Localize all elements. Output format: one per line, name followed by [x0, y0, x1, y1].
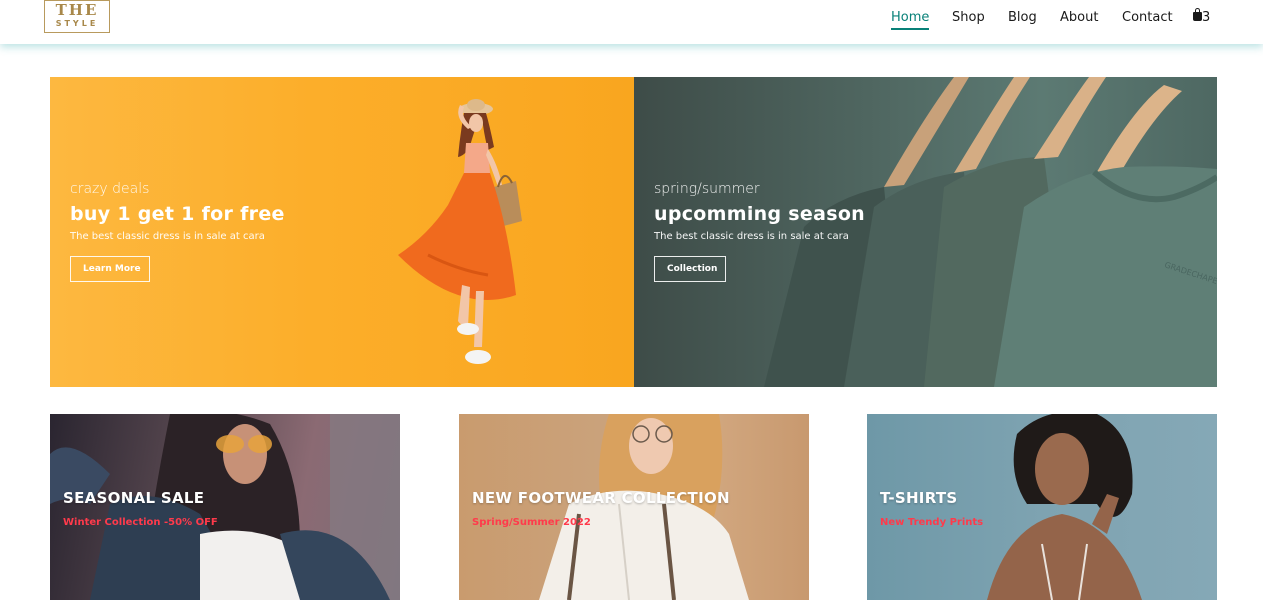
- banner-text-deals: crazy deals buy 1 get 1 for free The bes…: [70, 181, 285, 282]
- nav-blog-link[interactable]: Blog: [1008, 10, 1037, 26]
- seasonal-sale-tile[interactable]: SEASONAL SALE Winter Collection -50% OFF: [50, 414, 400, 600]
- t-shirts-tile[interactable]: T-SHIRTS New Trendy Prints: [867, 414, 1217, 600]
- new-footwear-tile[interactable]: NEW FOOTWEAR COLLECTION Spring/Summer 20…: [459, 414, 809, 600]
- tile-subtitle: Winter Collection -50% OFF: [63, 517, 218, 528]
- model-portrait-image: [987, 414, 1142, 600]
- tile-subtitle: Spring/Summer 2022: [472, 517, 591, 528]
- cart-button[interactable]: 3: [1193, 8, 1211, 26]
- model-white-shirt-image: [539, 414, 749, 600]
- banner-eyebrow: spring/summer: [654, 181, 760, 197]
- promo-banner-season: GRADECHAPEL spring/summer upcomming seas…: [634, 77, 1217, 387]
- model-woman-image: [398, 99, 522, 364]
- tile-title: NEW FOOTWEAR COLLECTION: [472, 489, 730, 507]
- banner-subtext: The best classic dress is in sale at car…: [70, 231, 265, 242]
- tile-title: SEASONAL SALE: [63, 489, 205, 507]
- site-header: THE STYLE Home Shop Blog About Contact 3: [0, 0, 1263, 44]
- tile-title: T-SHIRTS: [880, 489, 958, 507]
- learn-more-button[interactable]: Learn More: [70, 256, 150, 282]
- banner-subtext: The best classic dress is in sale at car…: [654, 231, 849, 242]
- banner-text-season: spring/summer upcomming season The best …: [654, 181, 865, 282]
- nav-contact-link[interactable]: Contact: [1122, 10, 1173, 26]
- banner-headline: buy 1 get 1 for free: [70, 203, 285, 225]
- banner-eyebrow: crazy deals: [70, 181, 150, 197]
- promo-banner-deals: crazy deals buy 1 get 1 for free The bes…: [50, 77, 634, 387]
- main-nav: Home Shop Blog About Contact 3: [0, 8, 1263, 34]
- nav-home-link[interactable]: Home: [891, 10, 930, 30]
- nav-shop-link[interactable]: Shop: [952, 10, 985, 26]
- cart-count: 3: [1202, 10, 1211, 25]
- banner-headline: upcomming season: [654, 203, 865, 225]
- shopping-bag-icon: [1193, 8, 1202, 21]
- collection-button[interactable]: Collection: [654, 256, 726, 282]
- tile-subtitle: New Trendy Prints: [880, 517, 984, 528]
- model-denim-jacket-image: [50, 414, 400, 600]
- nav-about-link[interactable]: About: [1060, 10, 1098, 26]
